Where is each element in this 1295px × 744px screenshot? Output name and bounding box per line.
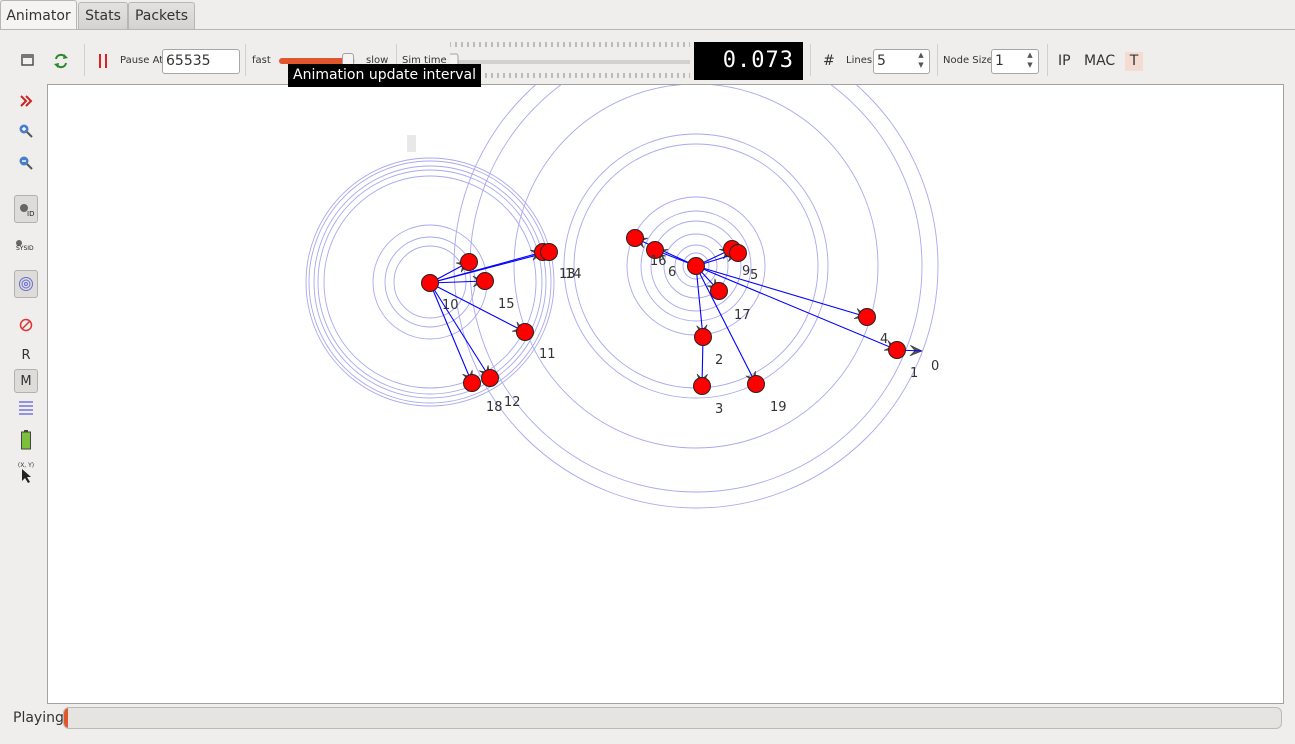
- lines-value: 5: [877, 53, 886, 69]
- svg-text:ID: ID: [27, 210, 34, 218]
- range-circles: [305, 85, 939, 509]
- node-size-label: Node Size: [943, 55, 993, 66]
- node-label: 10: [442, 298, 459, 313]
- node-label: 15: [498, 297, 515, 312]
- node-label: 4: [880, 332, 888, 347]
- packet-line: [695, 265, 757, 385]
- t-toggle[interactable]: T: [1125, 52, 1143, 71]
- node-size-arrows[interactable]: ▲ ▼: [1022, 50, 1038, 73]
- node-label: 1: [910, 366, 918, 381]
- pause-at-label: Pause At: [120, 55, 164, 66]
- packet-line: [695, 265, 898, 351]
- grid-lines-icon: #: [823, 53, 835, 69]
- node-circle[interactable]: [421, 274, 439, 292]
- progress-fill: [64, 708, 68, 728]
- lines-spinbox[interactable]: 5 ▲ ▼: [873, 49, 930, 74]
- open-file-icon[interactable]: [20, 52, 36, 68]
- node-label: 0: [931, 359, 939, 374]
- node-circle[interactable]: [476, 272, 494, 290]
- xy-label: (X, Y): [17, 461, 35, 469]
- node-circle[interactable]: [516, 323, 534, 341]
- node-circle[interactable]: [540, 243, 558, 261]
- mac-toggle[interactable]: MAC: [1084, 53, 1115, 69]
- lines-label: Lines: [846, 55, 873, 66]
- tab-divider: [0, 29, 1295, 30]
- animation-canvas[interactable]: 0 1 2 3 4 5 6 9 10 11 12 13 14 15 16 17 18 19: [47, 84, 1284, 704]
- node-id-toggle-icon[interactable]: ID: [14, 195, 38, 223]
- fast-label: fast: [252, 55, 271, 66]
- range-circle: [453, 85, 939, 509]
- node-size-combo[interactable]: 1 ▲ ▼: [991, 49, 1039, 74]
- coordinate-pointer-icon[interactable]: (X, Y): [14, 458, 38, 486]
- node-circle[interactable]: [626, 229, 644, 247]
- node-label: 14: [565, 267, 582, 282]
- node-label: 6: [668, 265, 676, 280]
- sysid-toggle-icon[interactable]: SYSID: [14, 233, 38, 257]
- node-circle[interactable]: [710, 282, 728, 300]
- sysid-label: SYSID: [16, 245, 34, 252]
- zoom-out-icon[interactable]: [14, 151, 38, 175]
- zoom-in-icon[interactable]: [14, 119, 38, 143]
- status-label: Playing: [13, 710, 64, 726]
- lines-spin-arrows[interactable]: ▲ ▼: [913, 50, 929, 73]
- wireless-circles-icon[interactable]: [14, 270, 38, 298]
- node-circle[interactable]: [693, 377, 711, 395]
- expand-panel-icon[interactable]: [14, 89, 38, 113]
- sim-time-display: 0.073: [694, 42, 803, 80]
- tab-stats[interactable]: Stats: [78, 2, 128, 29]
- node-circle[interactable]: [888, 341, 906, 359]
- packet-list-icon[interactable]: [14, 396, 38, 420]
- r-toggle[interactable]: R: [14, 343, 38, 367]
- node-label: 3: [715, 402, 723, 417]
- node-circle[interactable]: [694, 328, 712, 346]
- packet-line: [429, 282, 491, 379]
- update-interval-tooltip: Animation update interval: [288, 64, 481, 87]
- scroll-marker: [407, 135, 416, 152]
- node-circle[interactable]: [481, 369, 499, 387]
- node-label: 19: [770, 400, 787, 415]
- node-circle[interactable]: [687, 257, 705, 275]
- battery-icon[interactable]: [14, 428, 38, 452]
- pause-at-input[interactable]: 65535: [162, 49, 240, 74]
- node-size-value: 1: [995, 53, 1004, 69]
- m-toggle[interactable]: M: [14, 369, 38, 393]
- node-label: 2: [715, 353, 723, 368]
- network-scene: 0123456 9101112131415161718 19: [305, 85, 939, 509]
- sim-time-slider[interactable]: [447, 41, 691, 79]
- node-label: 5: [750, 268, 758, 283]
- node-label: 12: [504, 395, 521, 410]
- node-circle[interactable]: [858, 308, 876, 326]
- tab-animator[interactable]: Animator: [0, 0, 77, 30]
- node-label: 9: [742, 264, 750, 279]
- tab-packets[interactable]: Packets: [128, 2, 195, 29]
- playback-progress: [63, 707, 1282, 729]
- node-circle[interactable]: [460, 253, 478, 271]
- node-circle[interactable]: [747, 375, 765, 393]
- range-circle: [469, 85, 923, 493]
- reload-icon[interactable]: [52, 52, 70, 70]
- node-label: 18: [486, 400, 503, 415]
- node-label: 17: [734, 308, 751, 323]
- ip-toggle[interactable]: IP: [1058, 53, 1071, 69]
- tab-bar: Animator Stats Packets: [0, 0, 1295, 30]
- node-label: 11: [539, 347, 556, 362]
- pause-icon[interactable]: [97, 53, 109, 69]
- node-label: 16: [650, 254, 667, 269]
- node-circle[interactable]: [729, 244, 747, 262]
- disable-icon[interactable]: [14, 313, 38, 337]
- node-circle[interactable]: [463, 374, 481, 392]
